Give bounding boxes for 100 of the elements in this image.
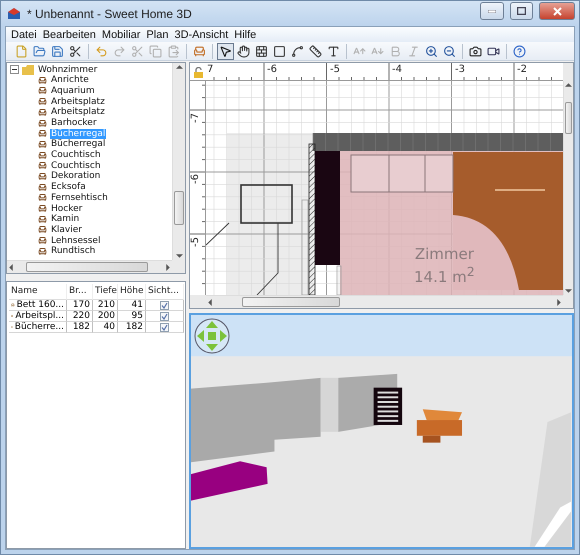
scrollbar-thumb[interactable] <box>26 262 148 272</box>
ruler-icon <box>309 44 322 58</box>
menu-item[interactable]: Plan <box>143 28 172 41</box>
tree-item[interactable]: Kamin <box>50 214 80 224</box>
scrollbar-thumb[interactable] <box>242 297 340 308</box>
horizontal-scrollbar[interactable] <box>7 260 172 274</box>
furniture-icon <box>38 193 47 202</box>
minus-icon <box>12 67 17 72</box>
scrollbar-thumb[interactable] <box>565 102 572 134</box>
table-cell: 182 <box>67 322 93 334</box>
furniture-icon <box>38 118 47 128</box>
hand-button[interactable] <box>235 42 252 60</box>
pointer-button[interactable] <box>217 42 234 60</box>
tree-item[interactable]: Dekoration <box>50 171 102 182</box>
tree-item[interactable]: Couchtisch <box>50 150 102 160</box>
column-header[interactable]: Tiefe <box>93 284 118 300</box>
bold-icon <box>389 44 402 58</box>
tree-item[interactable]: Fernsehtisch <box>50 192 109 203</box>
ruler-button[interactable] <box>307 42 324 60</box>
tree-item[interactable]: Aquarium <box>50 86 96 96</box>
column-header[interactable]: Name <box>9 284 67 300</box>
furniture-icon <box>38 182 47 192</box>
furniture-icon <box>38 214 47 224</box>
file-icon <box>15 44 28 58</box>
hand-icon <box>237 44 250 58</box>
furniture-icon <box>38 172 47 181</box>
visible-checkbox[interactable] <box>160 312 169 321</box>
ruler-label: -4 <box>392 65 402 76</box>
tree-item[interactable]: Couchtisch <box>50 160 102 171</box>
tree-item[interactable]: Bücherregal <box>50 139 106 150</box>
navigation-arrows-icon[interactable] <box>194 318 230 354</box>
tree-item[interactable]: Anrichte <box>50 75 90 86</box>
room-area: 14.1 m$^{2}$ <box>414 263 475 286</box>
visible-checkbox[interactable] <box>160 300 169 310</box>
scroll-left-arrow[interactable] <box>208 298 212 306</box>
copy-icon <box>149 44 162 58</box>
furniture-name: Arbeitspl... <box>15 311 64 322</box>
furniture-icon <box>38 140 47 149</box>
close-icon <box>552 6 562 16</box>
ruler-label: -6 <box>191 174 201 184</box>
scroll-right-arrow[interactable] <box>166 264 170 271</box>
ruler-label: 7 <box>207 65 214 76</box>
close-button[interactable] <box>539 2 575 20</box>
table-cell: 170 <box>67 300 93 312</box>
minimize-icon <box>488 10 496 12</box>
menu-item[interactable]: Hilfe <box>231 28 260 41</box>
scrollbar-corner <box>190 295 206 308</box>
furniture-name: Bett 160... <box>16 300 64 310</box>
furniture-icon <box>38 150 47 160</box>
scroll-left-arrow[interactable] <box>9 264 13 271</box>
furniture-icon <box>38 204 47 214</box>
italic-icon <box>407 44 420 58</box>
column-header[interactable]: Sicht... <box>146 284 184 300</box>
clipboard-icon <box>167 44 180 58</box>
column-header[interactable]: Br... <box>67 284 93 300</box>
scrollbar-thumb[interactable] <box>174 191 184 226</box>
table-cell: 220 <box>67 311 93 322</box>
tree-item[interactable]: Lehnsessel <box>50 236 102 246</box>
menu-item[interactable]: 3D-Ansicht <box>171 28 232 41</box>
scroll-down-arrow[interactable] <box>176 254 182 258</box>
scroll-down-arrow[interactable] <box>565 289 572 294</box>
ruler-label: -6 <box>267 65 277 76</box>
tree-item[interactable]: Arbeitsplatz <box>50 96 106 107</box>
video-icon <box>487 44 500 58</box>
tree-item[interactable]: Hocker <box>50 204 84 214</box>
tree-item[interactable]: Barhocker <box>50 118 98 128</box>
ruler-label: -3 <box>455 65 465 76</box>
tree-item[interactable]: Rundtisch <box>50 246 96 256</box>
furniture-icon <box>38 76 47 85</box>
column-header[interactable]: Höhe <box>118 284 146 300</box>
minimize-button[interactable] <box>480 2 504 20</box>
collapse-toggle[interactable] <box>10 65 19 74</box>
lock-icon[interactable] <box>193 67 204 78</box>
scroll-up-arrow[interactable] <box>565 83 572 88</box>
folder-icon <box>22 64 34 75</box>
menu-item[interactable]: Bearbeiten <box>40 28 99 41</box>
zoom-out-icon <box>443 44 456 58</box>
scroll-up-arrow[interactable] <box>176 65 182 70</box>
tree-item[interactable]: Klavier <box>50 224 83 235</box>
help-button[interactable] <box>511 42 528 60</box>
tree-item[interactable]: Arbeitsplatz <box>50 107 106 118</box>
folder-icon <box>33 44 46 58</box>
scissors-icon <box>69 44 82 58</box>
furniture-icon <box>38 108 47 117</box>
tree-item[interactable]: Wohnzimmer <box>37 64 98 75</box>
furniture-icon <box>38 246 47 256</box>
tree-item[interactable]: Ecksofa <box>50 182 87 192</box>
menu-item[interactable]: Mobiliar <box>98 28 144 41</box>
scroll-right-arrow[interactable] <box>557 298 561 306</box>
floor-plan-drawing[interactable] <box>206 81 563 296</box>
visible-checkbox[interactable] <box>160 322 169 332</box>
maximize-button[interactable] <box>510 2 533 20</box>
table-cell: 41 <box>118 300 146 312</box>
curve-icon <box>291 44 304 58</box>
scissors-icon <box>131 44 144 58</box>
maximize-icon <box>517 7 526 15</box>
pointer-icon <box>219 44 232 58</box>
save-icon <box>51 44 64 58</box>
menu-item[interactable]: Datei <box>8 28 40 41</box>
vertical-scrollbar[interactable] <box>172 63 185 260</box>
